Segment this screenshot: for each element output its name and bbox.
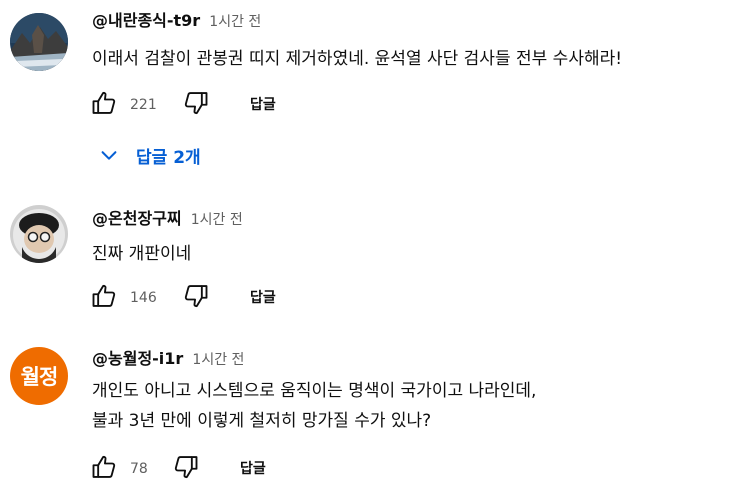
dislike-button[interactable] (170, 453, 202, 485)
avatar-photo (10, 205, 68, 263)
thumbs-down-icon (182, 282, 210, 314)
replies-count-label: 답글 2개 (136, 147, 201, 168)
view-replies-button[interactable]: 답글 2개 (98, 140, 201, 170)
like-count: 221 (130, 97, 157, 113)
action-toolbar: 221 답글 (88, 89, 388, 121)
avatar-photo (10, 13, 68, 71)
author-name[interactable]: @농월정-i1r (92, 349, 183, 368)
thumbs-down-icon (182, 89, 210, 121)
dislike-button[interactable] (180, 282, 212, 314)
comment-text: 진짜 개판이네 (92, 239, 742, 269)
thumbs-down-icon (172, 453, 200, 485)
comment-text: 이래서 검찰이 관봉권 띠지 제거하였네. 윤석열 사단 검사들 전부 수사해라… (92, 44, 742, 74)
timestamp[interactable]: 1시간 전 (209, 14, 261, 30)
timestamp[interactable]: 1시간 전 (191, 212, 243, 228)
like-button[interactable] (88, 282, 120, 314)
dislike-button[interactable] (180, 89, 212, 121)
comment-3: 월정 @농월정-i1r 1시간 전 개인도 아니고 시스템으로 움직이는 명색이… (0, 330, 749, 496)
like-count: 146 (130, 290, 157, 306)
like-count: 78 (130, 461, 148, 477)
like-button[interactable] (88, 453, 120, 485)
thumbs-up-icon (90, 89, 118, 121)
comment-line: 진짜 개판이네 (92, 244, 192, 264)
comment-text: 개인도 아니고 시스템으로 움직이는 명색이 국가이고 나라인데, 불과 3년 … (92, 376, 742, 436)
reply-button[interactable]: 답글 (250, 94, 276, 116)
author-name[interactable]: @온천장구찌 (92, 209, 182, 228)
avatar[interactable] (10, 13, 68, 71)
thumbs-up-icon (90, 453, 118, 485)
comment-header: @농월정-i1r 1시간 전 (92, 348, 244, 371)
comment-1: @내란종식-t9r 1시간 전 이래서 검찰이 관봉권 띠지 제거하였네. 윤석… (0, 0, 749, 190)
avatar[interactable]: 월정 (10, 347, 68, 405)
thumbs-up-icon (90, 282, 118, 314)
comment-2: @온천장구찌 1시간 전 진짜 개판이네 146 답글 (0, 190, 749, 330)
like-button[interactable] (88, 89, 120, 121)
reply-button[interactable]: 답글 (240, 458, 266, 480)
chevron-down-icon (98, 144, 120, 166)
timestamp[interactable]: 1시간 전 (192, 352, 244, 368)
author-name[interactable]: @내란종식-t9r (92, 11, 200, 30)
comment-line: 이래서 검찰이 관봉권 띠지 제거하였네. 윤석열 사단 검사들 전부 수사해라… (92, 49, 623, 69)
avatar-initials: 월정 (20, 365, 59, 389)
reply-button[interactable]: 답글 (250, 287, 276, 309)
comment-line: 불과 3년 만에 이렇게 철저히 망가질 수가 있나? (92, 411, 432, 431)
comment-header: @온천장구찌 1시간 전 (92, 208, 243, 231)
action-toolbar: 146 답글 (88, 282, 388, 314)
comment-line: 개인도 아니고 시스템으로 움직이는 명색이 국가이고 나라인데, (92, 381, 537, 401)
action-toolbar: 78 답글 (88, 453, 388, 485)
comment-header: @내란종식-t9r 1시간 전 (92, 10, 261, 33)
avatar[interactable] (10, 205, 68, 263)
